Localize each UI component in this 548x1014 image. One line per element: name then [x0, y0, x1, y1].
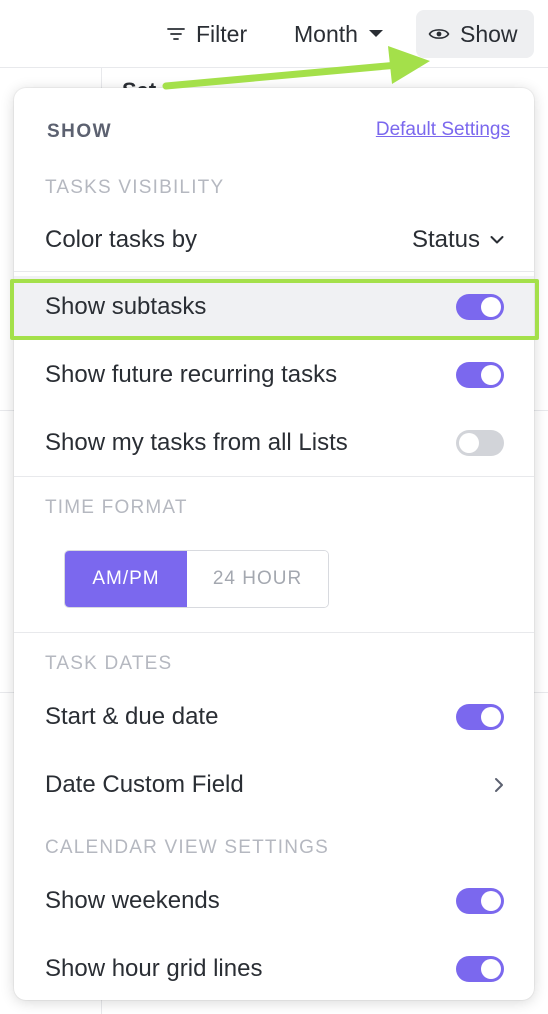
month-label: Month — [294, 20, 358, 47]
show-hour-grid-lines-label: Show hour grid lines — [45, 955, 263, 982]
show-settings-panel: SHOW Default Settings TASKS VISIBILITY C… — [14, 88, 534, 1000]
chevron-right-icon — [494, 777, 504, 793]
divider — [14, 271, 534, 272]
divider — [14, 632, 534, 633]
show-future-recurring-row[interactable]: Show future recurring tasks — [14, 344, 534, 406]
show-weekends-toggle[interactable] — [456, 888, 504, 914]
show-subtasks-toggle[interactable] — [456, 294, 504, 320]
caret-down-icon — [368, 29, 384, 39]
eye-icon — [428, 26, 450, 42]
default-settings-link[interactable]: Default Settings — [376, 119, 510, 141]
date-custom-field-label: Date Custom Field — [45, 771, 244, 798]
panel-title: SHOW — [47, 121, 113, 142]
show-my-tasks-all-lists-toggle[interactable] — [456, 430, 504, 456]
toggle-knob — [459, 433, 479, 453]
start-due-date-row[interactable]: Start & due date — [14, 686, 534, 748]
color-tasks-by-value: Status — [411, 226, 480, 253]
toggle-knob — [481, 959, 501, 979]
show-hour-grid-lines-row[interactable]: Show hour grid lines — [14, 938, 534, 1000]
chevron-down-icon — [490, 235, 504, 245]
24-hour-option[interactable]: 24 HOUR — [187, 551, 328, 607]
show-subtasks-label: Show subtasks — [45, 293, 207, 320]
show-my-tasks-all-lists-label: Show my tasks from all Lists — [45, 429, 348, 456]
filter-label: Filter — [196, 20, 248, 47]
show-subtasks-row[interactable]: Show subtasks — [14, 276, 534, 338]
date-custom-field-row[interactable]: Date Custom Field — [14, 754, 534, 816]
time-format-segmented-control: AM/PM 24 HOUR — [64, 550, 329, 608]
filter-button[interactable]: Filter — [166, 10, 247, 58]
start-due-date-label: Start & due date — [45, 703, 219, 730]
show-future-recurring-toggle[interactable] — [456, 362, 504, 388]
color-tasks-by-label: Color tasks by — [45, 226, 198, 253]
show-weekends-row[interactable]: Show weekends — [14, 870, 534, 932]
show-my-tasks-all-lists-row[interactable]: Show my tasks from all Lists — [14, 412, 534, 474]
time-format-heading: TIME FORMAT — [45, 497, 188, 518]
month-dropdown[interactable]: Month — [294, 10, 384, 58]
filter-icon — [166, 24, 186, 44]
calendar-page: Sat Filter Month — [0, 0, 548, 1014]
show-future-recurring-label: Show future recurring tasks — [45, 361, 338, 388]
divider — [14, 476, 534, 477]
show-label: Show — [460, 20, 518, 47]
color-tasks-by-row[interactable]: Color tasks by Status — [14, 209, 534, 271]
start-due-date-toggle[interactable] — [456, 704, 504, 730]
toggle-knob — [481, 891, 501, 911]
tasks-visibility-heading: TASKS VISIBILITY — [45, 177, 225, 198]
am-pm-option[interactable]: AM/PM — [65, 551, 187, 607]
task-dates-heading: TASK DATES — [45, 653, 173, 674]
toggle-knob — [481, 707, 501, 727]
toggle-knob — [481, 297, 501, 317]
view-toolbar: Filter Month Show — [0, 0, 548, 68]
toggle-knob — [481, 365, 501, 385]
show-weekends-label: Show weekends — [45, 887, 220, 914]
color-tasks-by-select[interactable]: Status — [412, 226, 504, 254]
show-button[interactable]: Show — [416, 10, 534, 58]
calendar-view-settings-heading: CALENDAR VIEW SETTINGS — [45, 837, 329, 858]
show-hour-grid-lines-toggle[interactable] — [456, 956, 504, 982]
